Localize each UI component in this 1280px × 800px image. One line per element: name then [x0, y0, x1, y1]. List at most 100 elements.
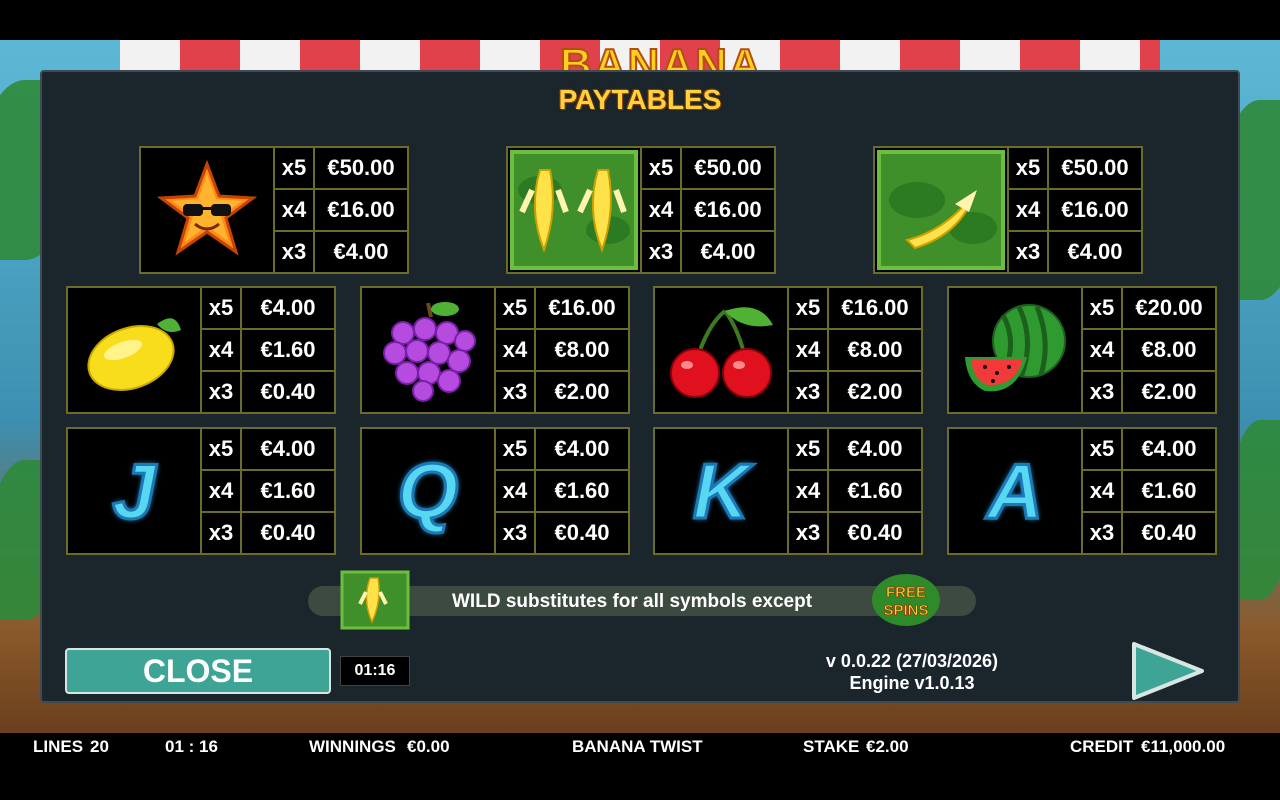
credit-label: CREDIT [1070, 737, 1134, 756]
pay-multiplier: x5 [202, 288, 242, 328]
star-sunglasses-icon [141, 148, 275, 272]
pay-row: x3 €0.40 [202, 513, 334, 553]
session-timer: 01:16 [340, 656, 410, 686]
pay-multiplier: x3 [642, 232, 682, 272]
letter-k-icon: K [655, 429, 789, 553]
pay-row: x4 €16.00 [1009, 190, 1141, 232]
game-title: BANANA TWIST [572, 737, 703, 756]
pay-multiplier: x5 [202, 429, 242, 469]
letter-q-glyph: Q [396, 445, 460, 536]
pay-multiplier: x5 [496, 288, 536, 328]
pay-row: x5 €20.00 [1083, 288, 1215, 330]
double-banana-icon [508, 148, 642, 272]
grapes-icon [362, 288, 496, 412]
pay-multiplier: x5 [275, 148, 315, 188]
pay-amount: €16.00 [548, 295, 616, 320]
pay-multiplier: x4 [496, 471, 536, 511]
pay-multiplier: x3 [202, 513, 242, 553]
paytable-entry-single-banana: x5 €50.00 x4 €16.00 x3 €4.00 [873, 146, 1143, 274]
pay-amount: €0.40 [847, 520, 903, 545]
winnings-value: €0.00 [407, 737, 450, 756]
free-spins-icon: FREE SPINS [870, 570, 942, 630]
pay-row: x3 €0.40 [496, 513, 628, 553]
pay-amount: €8.00 [847, 337, 903, 362]
pay-amount: €0.40 [554, 520, 610, 545]
pay-row: x5 €4.00 [789, 429, 921, 471]
pay-row: x4 €8.00 [496, 330, 628, 372]
pay-row: x5 €50.00 [642, 148, 774, 190]
stake-value: €2.00 [866, 737, 909, 756]
pay-multiplier: x4 [789, 471, 829, 511]
pay-multiplier: x4 [642, 190, 682, 230]
pay-multiplier: x4 [789, 330, 829, 370]
paytable-entry-q: Q x5 €4.00 x4 €1.60 x3 €0.40 [360, 427, 630, 555]
wild-description: WILD substitutes for all symbols except [452, 591, 813, 612]
watermelon-icon [949, 288, 1083, 412]
letter-j-glyph: J [111, 445, 157, 536]
pay-row: x4 €16.00 [275, 190, 407, 232]
status-bar: LINES 20 01 : 16 WINNINGS €0.00 BANANA T… [0, 733, 1280, 761]
credit-value: €11,000.00 [1141, 737, 1226, 756]
pay-row: x5 €50.00 [275, 148, 407, 190]
lemon-icon [68, 288, 202, 412]
pay-row: x3 €2.00 [789, 372, 921, 412]
pay-multiplier: x3 [1083, 372, 1123, 412]
pay-multiplier: x5 [789, 429, 829, 469]
pay-multiplier: x5 [1083, 429, 1123, 469]
pay-amount: €4.00 [847, 436, 903, 461]
pay-row: x5 €4.00 [1083, 429, 1215, 471]
pay-amount: €1.60 [554, 478, 610, 503]
version-label: v 0.0.22 (27/03/2026) [825, 651, 999, 671]
wild-banana-icon [340, 570, 410, 630]
pay-multiplier: x4 [1083, 330, 1123, 370]
pay-multiplier: x5 [496, 429, 536, 469]
pay-amount: €4.00 [554, 436, 610, 461]
pay-multiplier: x3 [789, 372, 829, 412]
pay-multiplier: x3 [275, 232, 315, 272]
paytable-entry-a: A x5 €4.00 x4 €1.60 x3 €0.40 [947, 427, 1217, 555]
letter-a-glyph: A [985, 445, 1044, 536]
next-page-arrow-icon[interactable] [1130, 640, 1206, 702]
clock: 01 : 16 [165, 737, 218, 756]
pay-multiplier: x3 [1009, 232, 1049, 272]
pay-amount: €16.00 [694, 197, 762, 222]
pay-multiplier: x4 [275, 190, 315, 230]
pay-multiplier: x4 [1083, 471, 1123, 511]
pay-multiplier: x3 [496, 513, 536, 553]
free-spins-line1: FREE [886, 584, 926, 601]
pay-row: x4 €16.00 [642, 190, 774, 232]
pay-multiplier: x3 [1083, 513, 1123, 553]
pay-row: x5 €50.00 [1009, 148, 1141, 190]
close-button[interactable]: CLOSE [65, 648, 331, 694]
pay-amount: €16.00 [327, 197, 395, 222]
pay-row: x4 €1.60 [202, 330, 334, 372]
engine-label: Engine v1.0.13 [849, 673, 975, 693]
paytable-entry-grapes: x5 €16.00 x4 €8.00 x3 €2.00 [360, 286, 630, 414]
pay-row: x3 €2.00 [1083, 372, 1215, 412]
pay-amount: €8.00 [1141, 337, 1197, 362]
pay-amount: €1.60 [260, 478, 316, 503]
pay-multiplier: x5 [789, 288, 829, 328]
pay-row: x3 €4.00 [275, 232, 407, 272]
pay-amount: €4.00 [1141, 436, 1197, 461]
winnings-label: WINNINGS [309, 737, 396, 756]
pay-row: x4 €8.00 [789, 330, 921, 372]
pay-multiplier: x3 [496, 372, 536, 412]
pay-amount: €1.60 [847, 478, 903, 503]
single-banana-icon [875, 148, 1009, 272]
pay-row: x5 €16.00 [789, 288, 921, 330]
pay-row: x5 €4.00 [202, 288, 334, 330]
pay-amount: €2.00 [554, 379, 610, 404]
pay-row: x3 €0.40 [202, 372, 334, 412]
pay-row: x5 €4.00 [202, 429, 334, 471]
pay-amount: €1.60 [260, 337, 316, 362]
pay-amount: €4.00 [333, 239, 389, 264]
pay-amount: €2.00 [847, 379, 903, 404]
pay-amount: €4.00 [700, 239, 756, 264]
cherries-icon [655, 288, 789, 412]
pay-row: x4 €1.60 [789, 471, 921, 513]
pay-multiplier: x4 [496, 330, 536, 370]
letter-q-icon: Q [362, 429, 496, 553]
letter-j-icon: J [68, 429, 202, 553]
pay-row: x4 €1.60 [1083, 471, 1215, 513]
